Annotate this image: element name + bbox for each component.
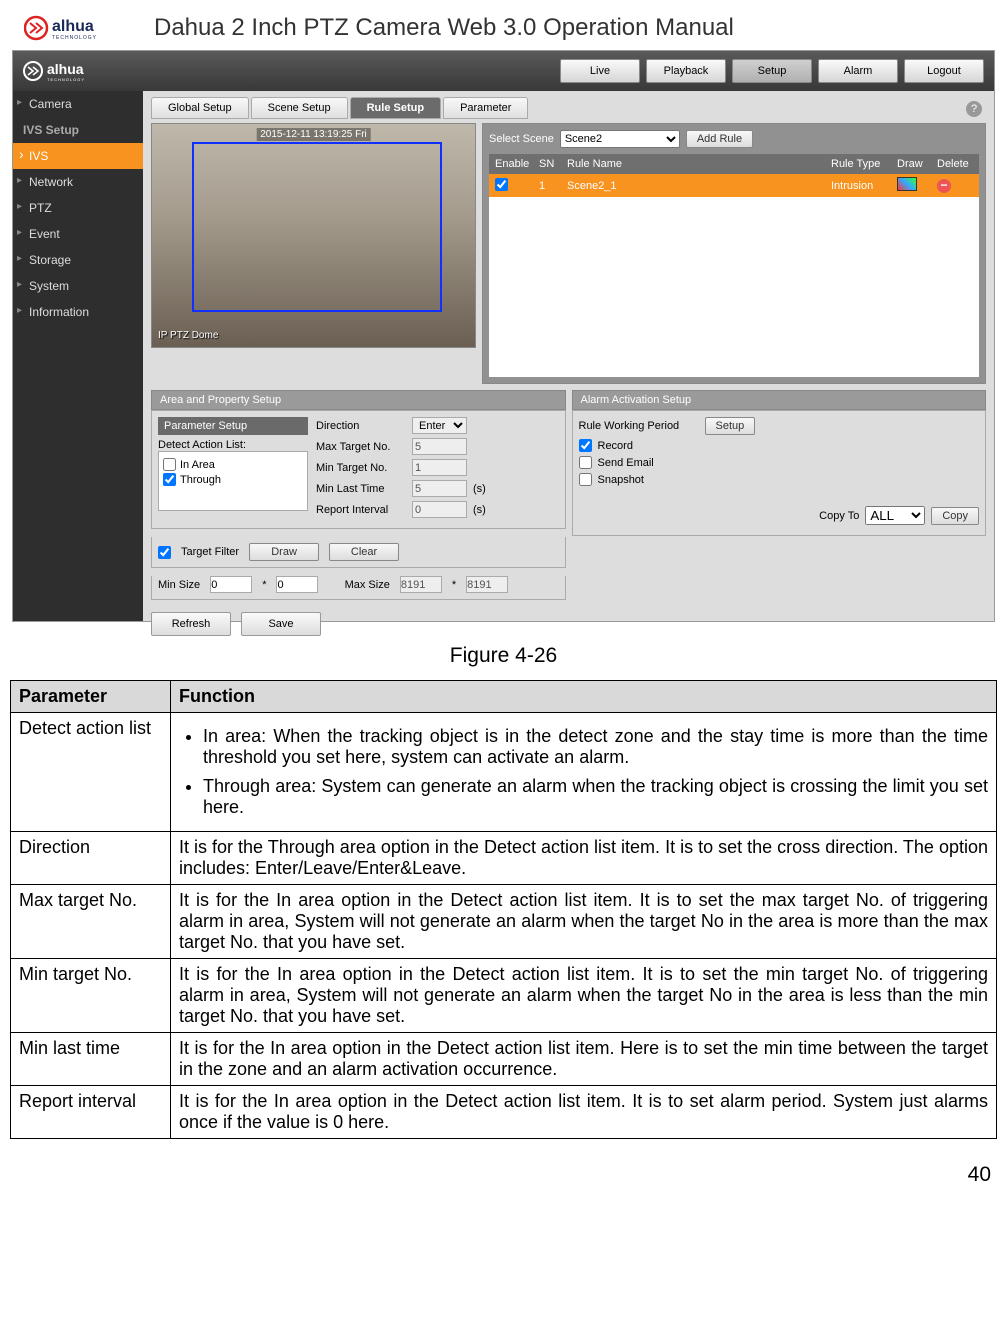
manual-title: Dahua 2 Inch PTZ Camera Web 3.0 Operatio… <box>154 14 734 42</box>
video-preview[interactable]: 2015-12-11 13:19:25 Fri 2015-12-11 13:19… <box>151 123 476 348</box>
max-target-input[interactable] <box>412 438 467 455</box>
email-cb[interactable] <box>579 456 592 469</box>
clear-button[interactable]: Clear <box>329 543 399 561</box>
min-target-input[interactable] <box>412 459 467 476</box>
svg-text:TECHNOLOGY: TECHNOLOGY <box>52 35 97 41</box>
tab-global[interactable]: Global Setup <box>151 97 249 119</box>
video-timestamp2: 2015-12-11 13:19:25 Fri <box>256 128 371 141</box>
th-parameter: Parameter <box>11 681 171 713</box>
parameter-table: Parameter Function Detect action list In… <box>10 680 997 1139</box>
min-last-input[interactable] <box>412 480 467 497</box>
rule-enable-cb[interactable] <box>495 178 508 191</box>
param-panel: Parameter Setup Detect Action List: In A… <box>151 410 566 529</box>
direction-select[interactable]: Enter <box>412 417 467 434</box>
content: Global Setup Scene Setup Rule Setup Para… <box>143 91 994 621</box>
nav-alarm[interactable]: Alarm <box>818 59 898 83</box>
nav-playback[interactable]: Playback <box>646 59 726 83</box>
topbar-logo: alhuaTECHNOLOGY <box>23 59 133 83</box>
tab-parameter[interactable]: Parameter <box>443 97 528 119</box>
th-function: Function <box>171 681 997 713</box>
draw-button[interactable]: Draw <box>249 543 319 561</box>
table-row: Max target No.It is for the In area opti… <box>11 885 997 959</box>
record-cb[interactable] <box>579 439 592 452</box>
ui-screenshot: alhuaTECHNOLOGY Live Playback Setup Alar… <box>12 50 995 622</box>
nav-logout[interactable]: Logout <box>904 59 984 83</box>
select-scene-label: Select Scene <box>489 133 554 145</box>
detect-list-title: Detect Action List: <box>158 439 308 451</box>
in-area-cb[interactable] <box>163 458 176 471</box>
through-cb[interactable] <box>163 473 176 486</box>
minw[interactable] <box>210 576 252 593</box>
table-row: Detect action list In area: When the tra… <box>11 713 997 832</box>
sidebar-item-event[interactable]: Event <box>13 221 143 247</box>
nav-live[interactable]: Live <box>560 59 640 83</box>
sidebar-item-storage[interactable]: Storage <box>13 247 143 273</box>
draw-icon[interactable] <box>897 177 917 191</box>
maxh[interactable] <box>466 576 508 593</box>
figure-caption: Figure 4-26 <box>0 644 1007 668</box>
sidebar-item-information[interactable]: Information <box>13 299 143 325</box>
table-row: DirectionIt is for the Through area opti… <box>11 832 997 885</box>
copyto-select[interactable]: ALL <box>865 506 925 525</box>
area-label: Area and Property Setup <box>151 390 566 410</box>
add-rule-button[interactable]: Add Rule <box>686 130 753 148</box>
refresh-button[interactable]: Refresh <box>151 612 231 636</box>
tabs: Global Setup Scene Setup Rule Setup Para… <box>143 91 994 119</box>
rule-row[interactable]: 1 Scene2_1 Intrusion − <box>489 174 979 197</box>
save-button[interactable]: Save <box>241 612 321 636</box>
sidebar-item-system[interactable]: System <box>13 273 143 299</box>
sidebar: Camera IVS Setup IVS Network PTZ Event S… <box>13 91 143 621</box>
report-input[interactable] <box>412 501 467 518</box>
rule-table-head: Enable SN Rule Name Rule Type Draw Delet… <box>489 154 979 174</box>
target-filter-cb[interactable] <box>158 546 171 559</box>
help-icon[interactable]: ? <box>966 101 982 117</box>
svg-text:alhua: alhua <box>52 18 94 35</box>
sidebar-item-ivs[interactable]: IVS <box>13 143 143 169</box>
rule-panel: Select Scene Scene2 Add Rule Enable SN R… <box>482 123 986 384</box>
alarm-label: Alarm Activation Setup <box>572 390 987 410</box>
dahua-logo: alhuaTECHNOLOGY <box>24 14 124 42</box>
tab-scene[interactable]: Scene Setup <box>251 97 348 119</box>
select-scene[interactable]: Scene2 <box>560 130 680 148</box>
page-header: alhuaTECHNOLOGY Dahua 2 Inch PTZ Camera … <box>0 0 1007 50</box>
sidebar-item-network[interactable]: Network <box>13 169 143 195</box>
sidebar-item-ivs-setup[interactable]: IVS Setup <box>13 117 143 143</box>
detect-action-list: In Area Through <box>158 451 308 511</box>
topbar: alhuaTECHNOLOGY Live Playback Setup Alar… <box>13 51 994 91</box>
copy-button[interactable]: Copy <box>931 507 979 525</box>
rule-table-body <box>489 197 979 377</box>
table-row: Min target No.It is for the In area opti… <box>11 959 997 1033</box>
detect-zone-overlay2 <box>192 142 442 312</box>
nav-setup[interactable]: Setup <box>732 59 812 83</box>
maxw[interactable] <box>400 576 442 593</box>
video-label: IP PTZ Dome <box>158 330 218 341</box>
sidebar-item-ptz[interactable]: PTZ <box>13 195 143 221</box>
svg-text:alhua: alhua <box>47 61 84 77</box>
page-number: 40 <box>0 1139 1007 1197</box>
sidebar-item-camera[interactable]: Camera <box>13 91 143 117</box>
minh[interactable] <box>276 576 318 593</box>
delete-icon[interactable]: − <box>937 179 951 193</box>
table-row: Min last timeIt is for the In area optio… <box>11 1033 997 1086</box>
alarm-panel: Rule Working PeriodSetup Record Send Ema… <box>572 410 987 536</box>
snapshot-cb[interactable] <box>579 473 592 486</box>
tab-rule[interactable]: Rule Setup <box>350 97 441 119</box>
svg-text:TECHNOLOGY: TECHNOLOGY <box>47 77 85 82</box>
param-setup-title: Parameter Setup <box>158 417 308 435</box>
table-row: Report intervalIt is for the In area opt… <box>11 1086 997 1139</box>
rwp-setup-button[interactable]: Setup <box>705 417 756 435</box>
